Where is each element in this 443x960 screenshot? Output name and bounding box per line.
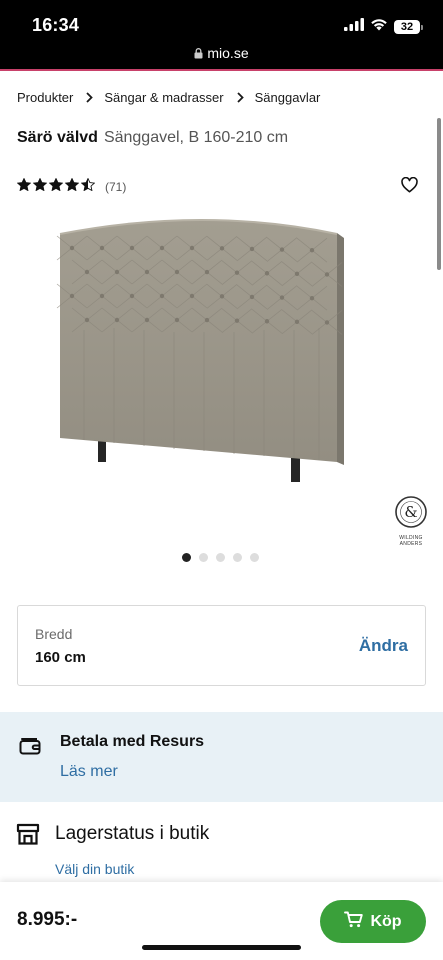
battery-level: 32 xyxy=(394,20,420,34)
accent-divider xyxy=(0,69,443,71)
svg-text:&: & xyxy=(404,503,417,521)
store-stock-section: Lagerstatus i butik Välj din butik xyxy=(0,820,443,880)
width-value: 160 cm xyxy=(35,649,86,666)
payment-title: Betala med Resurs xyxy=(60,733,205,750)
buy-button-label: Köp xyxy=(370,912,402,930)
cart-icon xyxy=(344,911,364,933)
width-label: Bredd xyxy=(35,626,73,642)
stock-title: Lagerstatus i butik xyxy=(55,823,210,844)
buy-button[interactable]: Köp xyxy=(320,900,426,943)
carousel-dots xyxy=(0,553,443,562)
status-time: 16:34 xyxy=(32,15,80,35)
status-bar: 16:34 32 mio.se xyxy=(0,0,443,70)
brand-logo-icon: & xyxy=(395,496,427,528)
rating-stars xyxy=(16,177,96,196)
url-text: mio.se xyxy=(207,45,249,61)
brand-name: WILDING ANDERS xyxy=(399,535,423,547)
carousel-dot[interactable] xyxy=(199,553,208,562)
read-more-link[interactable]: Läs mer xyxy=(60,763,118,781)
star-icon xyxy=(32,177,48,196)
breadcrumb-item-produkter[interactable]: Produkter xyxy=(17,90,73,105)
home-indicator[interactable] xyxy=(142,945,301,950)
review-count: (71) xyxy=(105,180,127,194)
chevron-right-icon xyxy=(236,92,244,103)
wishlist-button[interactable] xyxy=(401,176,418,198)
product-name: Särö välvd xyxy=(17,129,98,146)
star-icon xyxy=(64,177,80,196)
wifi-icon xyxy=(370,18,388,36)
choose-store-link[interactable]: Välj din butik xyxy=(55,861,134,877)
scrollbar[interactable] xyxy=(437,118,441,270)
star-icon xyxy=(16,177,32,196)
store-icon xyxy=(16,822,40,850)
carousel-dot[interactable] xyxy=(233,553,242,562)
breadcrumb: Produkter Sängar & madrasser Sänggavlar xyxy=(17,90,320,105)
heart-icon xyxy=(401,176,418,197)
product-image[interactable] xyxy=(54,210,354,495)
product-price: 8.995:- xyxy=(17,909,78,930)
product-title: Särö välvd Sänggavel, B 160-210 cm xyxy=(17,129,288,147)
carousel-dot[interactable] xyxy=(250,553,259,562)
carousel-dot[interactable] xyxy=(216,553,225,562)
change-width-button[interactable]: Ändra xyxy=(359,636,408,656)
carousel-dot[interactable] xyxy=(182,553,191,562)
breadcrumb-item-sanggavlar[interactable]: Sänggavlar xyxy=(255,90,321,105)
product-description: Sänggavel, B 160-210 cm xyxy=(103,129,289,146)
address-bar[interactable]: mio.se xyxy=(0,45,443,61)
brand-badge: & WILDING ANDERS xyxy=(393,495,429,547)
purchase-bar: 8.995:- Köp xyxy=(0,882,443,960)
signal-icon xyxy=(344,18,364,36)
lock-icon xyxy=(194,45,207,61)
payment-banner: Betala med Resurs Läs mer xyxy=(0,712,443,802)
breadcrumb-item-sangar[interactable]: Sängar & madrasser xyxy=(104,90,223,105)
star-icon xyxy=(80,177,96,196)
wallet-icon xyxy=(19,735,41,760)
star-icon xyxy=(48,177,64,196)
battery-icon: 32 xyxy=(394,20,423,34)
width-selector[interactable]: Bredd 160 cm Ändra xyxy=(17,605,426,686)
status-icons: 32 xyxy=(344,18,423,36)
chevron-right-icon xyxy=(86,92,94,103)
headboard-illustration xyxy=(56,219,344,482)
product-rating[interactable]: (71) xyxy=(16,177,127,196)
